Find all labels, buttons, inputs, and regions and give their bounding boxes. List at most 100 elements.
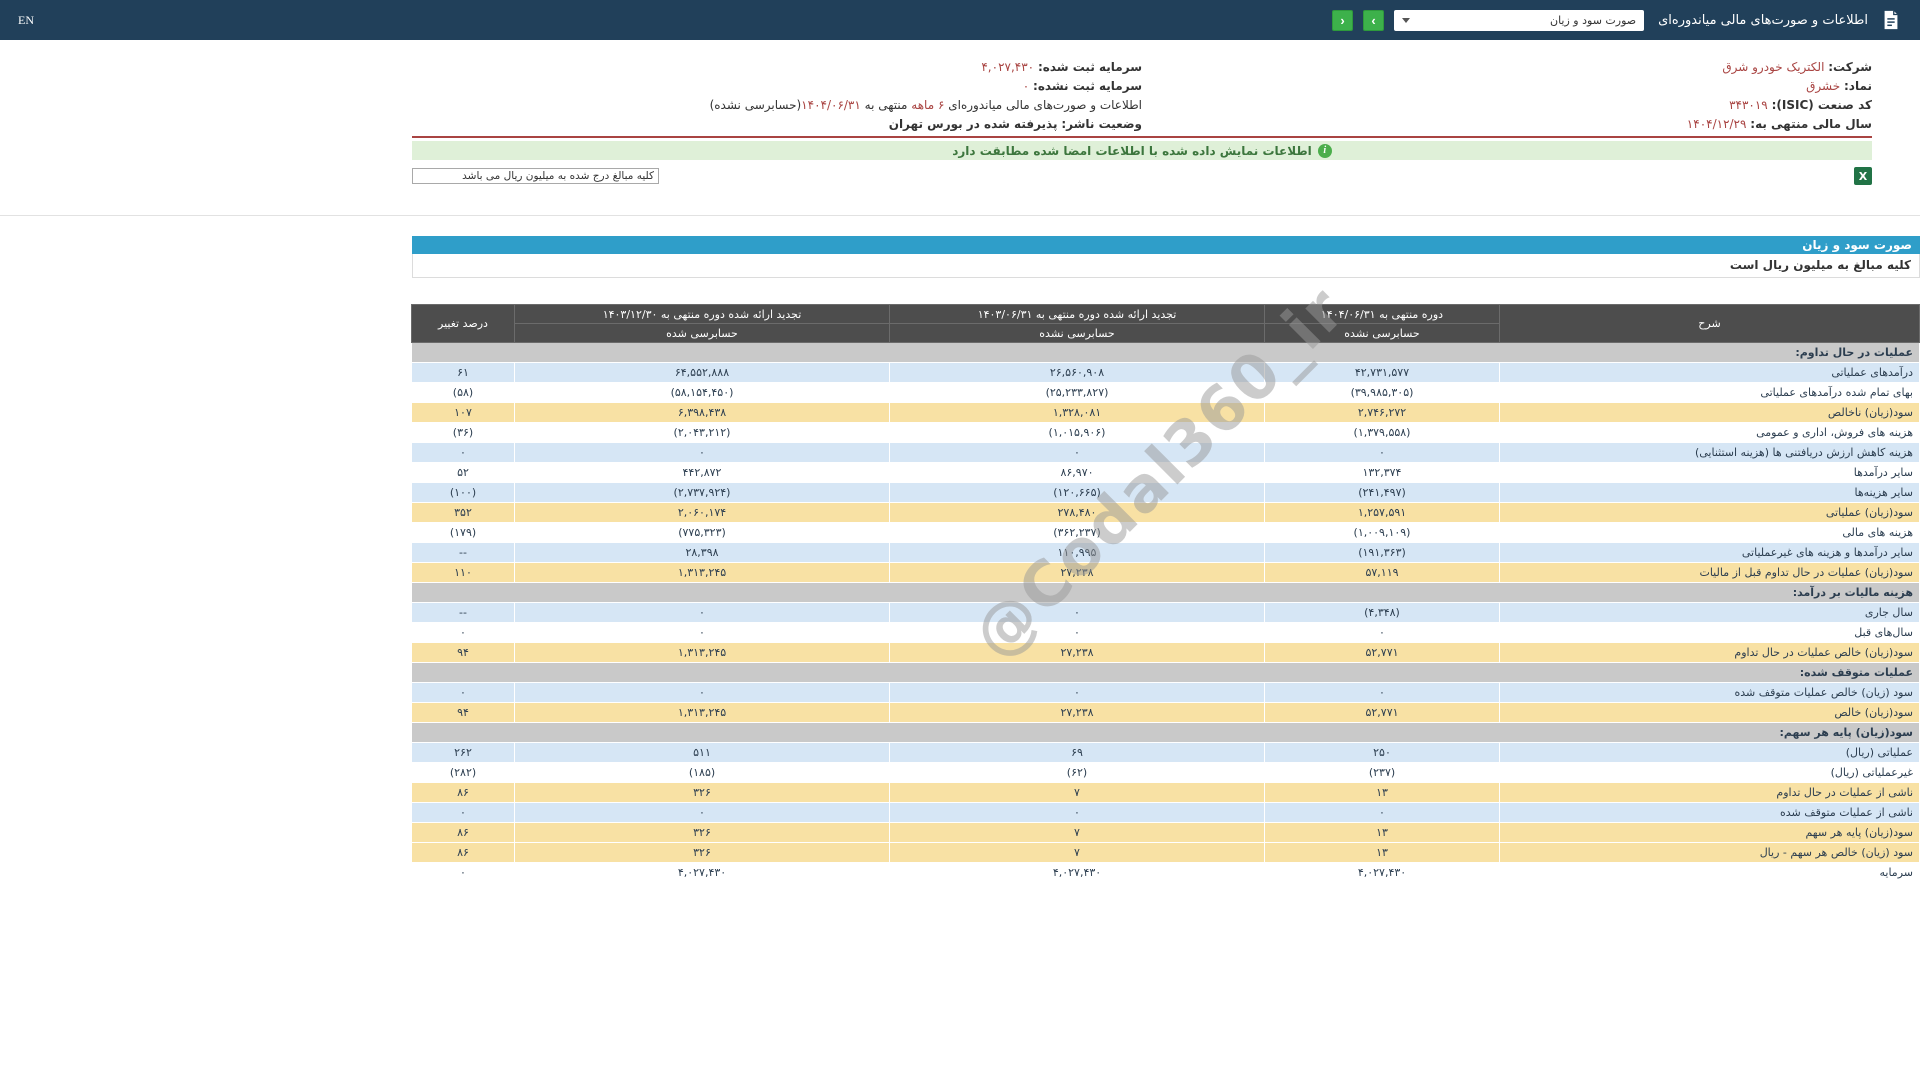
row-value-current: ۲,۷۴۶,۲۷۲ xyxy=(1264,402,1500,423)
row-value-prior: ۸۶,۹۷۰ xyxy=(889,462,1265,483)
row-label: درآمدهای عملیاتی xyxy=(1499,362,1920,383)
signature-match-banner: i اطلاعات نمایش داده شده با اطلاعات امضا… xyxy=(412,141,1872,160)
codal-logo-icon xyxy=(1878,8,1902,32)
row-label: سود (زیان) خالص عملیات متوقف شده xyxy=(1499,682,1920,703)
row-label: سود(زیان) خالص عملیات در حال تداوم xyxy=(1499,642,1920,663)
info-row: کد صنعت (ISIC): ۳۴۳۰۱۹ اطلاعات و صورت‌ها… xyxy=(412,96,1872,115)
period-prefix: اطلاعات و صورت‌های مالی میاندوره‌ای xyxy=(948,98,1142,112)
section-row: هزینه مالیات بر درآمد: xyxy=(411,582,1920,603)
registered-capital-label: سرمایه ثبت شده: xyxy=(1037,60,1142,74)
table-row: سود (زیان) خالص عملیات متوقف شده ۰ ۰ ۰ ۰ xyxy=(411,682,1920,703)
symbol-value: خشرق xyxy=(1806,79,1841,93)
row-value-current: (۴,۳۴۸) xyxy=(1264,602,1500,623)
row-change-percent: ۰ xyxy=(411,682,515,703)
row-value-prior: ۴,۰۲۷,۴۳۰ xyxy=(889,862,1265,883)
row-value-prior: ۰ xyxy=(889,602,1265,623)
row-value-current: ۰ xyxy=(1264,442,1500,463)
row-value-current: ۱۳ xyxy=(1264,822,1500,843)
row-value-current: ۵۷,۱۱۹ xyxy=(1264,562,1500,583)
row-value-prior: ۷ xyxy=(889,822,1265,843)
row-change-percent: (۱۷۹) xyxy=(411,522,515,543)
row-value-annual: (۲,۰۴۳,۲۱۲) xyxy=(514,422,890,443)
row-value-current: (۲۳۷) xyxy=(1264,762,1500,783)
row-value-annual: ۰ xyxy=(514,602,890,623)
row-value-prior: ۰ xyxy=(889,682,1265,703)
row-label: ناشی از عملیات متوقف شده xyxy=(1499,802,1920,823)
table-row: بهای تمام شده درآمدهای عملیاتی (۳۹,۹۸۵,۳۰… xyxy=(411,382,1920,403)
row-label: سود(زیان) پایه هر سهم xyxy=(1499,822,1920,843)
row-value-current: (۱,۰۰۹,۱۰۹) xyxy=(1264,522,1500,543)
row-value-annual: ۰ xyxy=(514,802,890,823)
banner-text: اطلاعات نمایش داده شده با اطلاعات امضا ش… xyxy=(952,143,1312,158)
statement-unit-note: کلیه مبالغ به میلیون ریال است xyxy=(412,254,1920,278)
row-value-current: ۱۳۲,۳۷۴ xyxy=(1264,462,1500,483)
row-change-percent: ۹۴ xyxy=(411,642,515,663)
header-period-prior: تجدید ارائه شده دوره منتهی به ۱۴۰۳/۰۶/۳۱ xyxy=(889,304,1265,324)
row-label: سود (زیان) خالص هر سهم - ریال xyxy=(1499,842,1920,863)
table-header: شرح دوره منتهی به ۱۴۰۴/۰۶/۳۱ تجدید ارائه… xyxy=(411,304,1920,343)
row-value-annual: ۰ xyxy=(514,682,890,703)
table-row: سود(زیان) خالص ۵۲,۷۷۱ ۲۷,۲۳۸ ۱,۳۱۳,۲۴۵ ۹۴ xyxy=(411,702,1920,723)
info-row: شرکت: الکتریک خودرو شرق سرمایه ثبت شده: … xyxy=(412,58,1872,77)
row-change-percent: (۲۸۲) xyxy=(411,762,515,783)
table-row: سود(زیان) پایه هر سهم ۱۳ ۷ ۳۲۶ ۸۶ xyxy=(411,822,1920,843)
row-value-prior: (۲۵,۲۳۳,۸۲۷) xyxy=(889,382,1265,403)
row-label: هزینه های مالی xyxy=(1499,522,1920,543)
row-value-prior: ۲۷۸,۴۸۰ xyxy=(889,502,1265,523)
table-row: سایر درآمدها و هزینه های غیرعملیاتی (۱۹۱,… xyxy=(411,542,1920,563)
row-value-current: ۵۲,۷۷۱ xyxy=(1264,702,1500,723)
statement-select[interactable]: صورت سود و زیان xyxy=(1394,9,1645,31)
row-value-current: ۴,۰۲۷,۴۳۰ xyxy=(1264,862,1500,883)
row-value-annual: ۳۲۶ xyxy=(514,782,890,803)
row-value-annual: ۰ xyxy=(514,622,890,643)
row-value-prior: (۳۶۲,۲۳۷) xyxy=(889,522,1265,543)
row-label: هزینه کاهش ارزش دریافتنی ها (هزینه استثن… xyxy=(1499,442,1920,463)
row-label: سایر هزینه‌ها xyxy=(1499,482,1920,503)
row-change-percent: ۰ xyxy=(411,622,515,643)
table-row: درآمدهای عملیاتی ۴۲,۷۳۱,۵۷۷ ۲۶,۵۶۰,۹۰۸ ۶۴,۵… xyxy=(411,362,1920,383)
table-row: سود(زیان) عملیاتی ۱,۲۵۷,۵۹۱ ۲۷۸,۴۸۰ ۲,۰۶۰,۱… xyxy=(411,502,1920,523)
section-row: عملیات متوقف شده: xyxy=(411,662,1920,683)
row-change-percent: ۳۵۲ xyxy=(411,502,515,523)
section-label: عملیات متوقف شده: xyxy=(411,662,1920,683)
header-period-current: دوره منتهی به ۱۴۰۴/۰۶/۳۱ xyxy=(1264,304,1500,324)
section-label: هزینه مالیات بر درآمد: xyxy=(411,582,1920,603)
unregistered-capital-value: ۰ xyxy=(1022,79,1030,93)
info-row: نماد: خشرق سرمایه ثبت نشده: ۰ xyxy=(412,77,1872,96)
table-row: هزینه کاهش ارزش دریافتنی ها (هزینه استثن… xyxy=(411,442,1920,463)
section-label: سود(زیان) پایه هر سهم: xyxy=(411,722,1920,743)
next-statement-button[interactable]: › xyxy=(1363,9,1385,31)
row-change-percent: -- xyxy=(411,542,515,563)
table-row: سال جاری (۴,۳۴۸) ۰ ۰ -- xyxy=(411,602,1920,623)
row-label: سود(زیان) عملیات در حال تداوم قبل از مال… xyxy=(1499,562,1920,583)
row-value-annual: ۵۱۱ xyxy=(514,742,890,763)
row-value-prior: ۷ xyxy=(889,842,1265,863)
row-value-annual: ۱,۳۱۳,۲۴۵ xyxy=(514,562,890,583)
period-length: ۶ ماهه xyxy=(911,98,945,112)
row-label: سود(زیان) ناخالص xyxy=(1499,402,1920,423)
language-toggle[interactable]: EN xyxy=(18,0,34,40)
row-value-current: ۵۲,۷۷۱ xyxy=(1264,642,1500,663)
row-change-percent: ۶۱ xyxy=(411,362,515,383)
row-value-annual: ۶۴,۵۵۲,۸۸۸ xyxy=(514,362,890,383)
row-change-percent: ۰ xyxy=(411,442,515,463)
row-value-annual: ۰ xyxy=(514,442,890,463)
prev-statement-button[interactable]: ‹ xyxy=(1332,9,1354,31)
row-value-annual: (۵۸,۱۵۴,۴۵۰) xyxy=(514,382,890,403)
excel-export-icon[interactable]: X xyxy=(1854,167,1872,185)
row-value-prior: (۱,۰۱۵,۹۰۶) xyxy=(889,422,1265,443)
issuer-status-label: وضعیت ناشر: xyxy=(1061,117,1142,131)
row-value-current: (۲۴۱,۴۹۷) xyxy=(1264,482,1500,503)
row-label: عملیاتی (ریال) xyxy=(1499,742,1920,763)
row-value-annual: ۳۲۶ xyxy=(514,822,890,843)
section-row: عملیات در حال تداوم: xyxy=(411,342,1920,363)
row-label: هزینه های فروش، اداری و عمومی xyxy=(1499,422,1920,443)
row-value-prior: ۷ xyxy=(889,782,1265,803)
row-change-percent: ۸۶ xyxy=(411,782,515,803)
row-change-percent: (۳۶) xyxy=(411,422,515,443)
isic-value: ۳۴۳۰۱۹ xyxy=(1729,98,1768,112)
row-value-current: ۰ xyxy=(1264,622,1500,643)
row-label: سایر درآمدها و هزینه های غیرعملیاتی xyxy=(1499,542,1920,563)
row-change-percent: ۵۲ xyxy=(411,462,515,483)
table-row: سود (زیان) خالص هر سهم - ریال ۱۳ ۷ ۳۲۶ ۸۶ xyxy=(411,842,1920,863)
